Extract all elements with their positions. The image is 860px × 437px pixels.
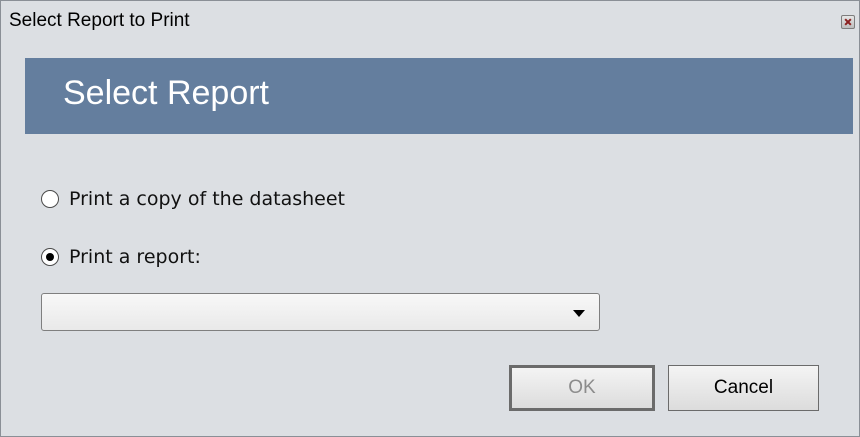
page-title: Select Report: [63, 74, 269, 112]
window-title: Select Report to Print: [9, 10, 190, 31]
option-print-datasheet[interactable]: Print a copy of the datasheet: [41, 188, 345, 210]
option-print-datasheet-label: Print a copy of the datasheet: [69, 188, 345, 210]
ok-button[interactable]: OK: [509, 365, 655, 411]
title-bar: Select Report to Print: [1, 1, 859, 41]
radio-print-datasheet[interactable]: [41, 190, 59, 208]
chevron-down-icon[interactable]: [573, 310, 585, 317]
radio-print-report[interactable]: [41, 248, 59, 266]
option-print-report-label: Print a report:: [69, 246, 201, 268]
close-icon[interactable]: [841, 15, 855, 29]
option-print-report[interactable]: Print a report:: [41, 246, 201, 268]
select-report-dialog: Select Report to Print Select Report Pri…: [0, 0, 860, 437]
cancel-button[interactable]: Cancel: [668, 365, 819, 411]
header-banner: Select Report: [25, 58, 853, 134]
report-select-dropdown[interactable]: [41, 293, 600, 331]
